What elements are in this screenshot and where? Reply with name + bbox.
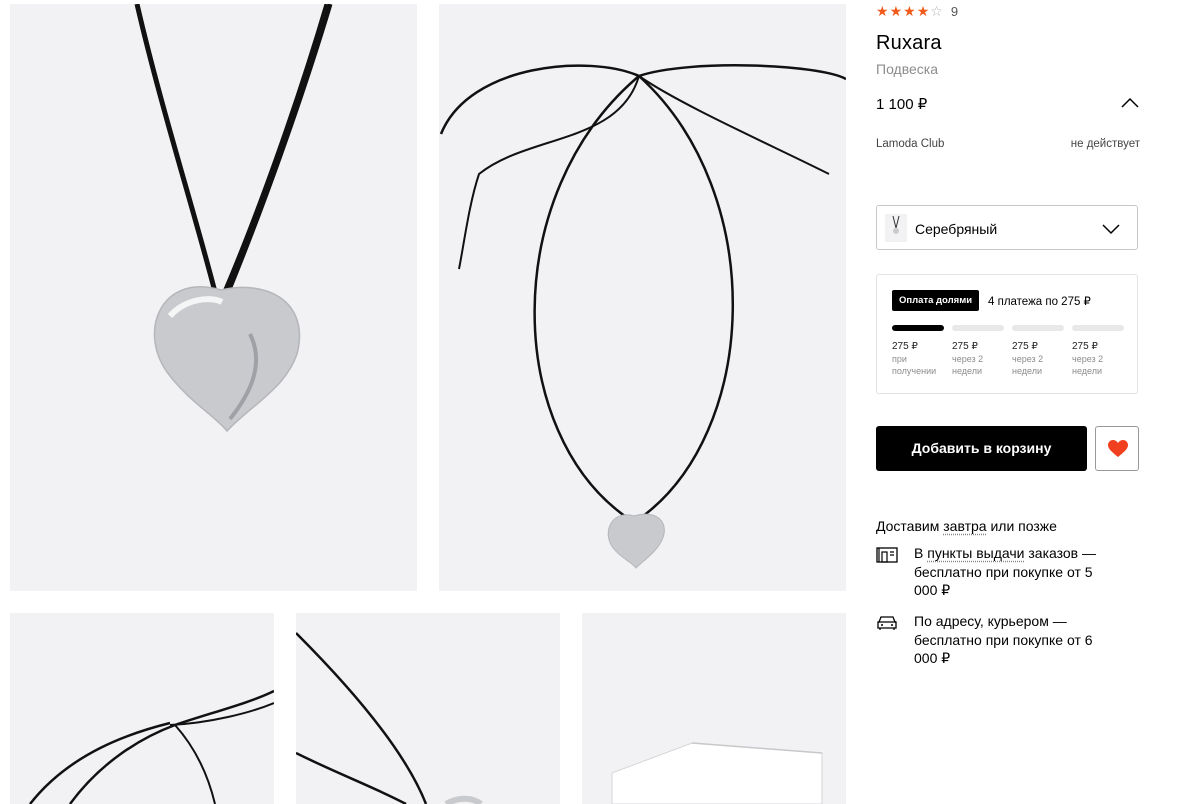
pickup-text: В пункты выдачи заказов — бесплатно при …	[914, 544, 1114, 600]
star-icon: ★	[903, 3, 916, 19]
brand-name[interactable]: Ruxara	[876, 32, 942, 55]
photo-necklace-full	[439, 64, 846, 569]
club-label: Lamoda Club	[876, 138, 945, 150]
payment-progress	[892, 325, 1124, 331]
product-price: 1 100 ₽	[876, 96, 928, 113]
payment-bar-4	[1072, 325, 1124, 331]
payment-item: 275 ₽ через 2 недели	[1072, 341, 1128, 377]
payment-when: при получении	[892, 354, 937, 376]
product-photo-5[interactable]	[582, 613, 846, 804]
add-to-cart-button[interactable]: Добавить в корзину	[876, 426, 1087, 471]
payment-item: 275 ₽ при получении	[892, 341, 948, 377]
delivery-title-suffix: или позже	[986, 518, 1057, 534]
product-photo-4[interactable]	[296, 613, 560, 804]
payment-when: через 2 недели	[1012, 354, 1044, 376]
star-icon: ★	[876, 3, 889, 19]
photo-gift-box	[611, 742, 823, 804]
product-photo-2[interactable]	[439, 4, 846, 591]
payment-bar-2	[952, 325, 1004, 331]
chevron-up-icon[interactable]	[1120, 96, 1140, 110]
payment-item: 275 ₽ через 2 недели	[1012, 341, 1068, 377]
payment-when: через 2 недели	[952, 354, 984, 376]
payment-amount: 275 ₽	[1012, 341, 1038, 352]
photo-cord-detail	[296, 632, 483, 804]
star-icon: ★	[916, 3, 930, 19]
product-photo-1[interactable]	[10, 4, 417, 591]
payment-bar-1	[892, 325, 944, 331]
payment-item: 275 ₽ через 2 недели	[952, 341, 1008, 377]
split-payment-badge: Оплата долями	[892, 290, 980, 311]
courier-text: По адресу, курьером — бесплатно при поку…	[914, 613, 1093, 666]
photo-necklace-closeup	[134, 4, 333, 433]
color-select[interactable]: Серебряный	[876, 205, 1138, 250]
payment-amount: 275 ₽	[1072, 341, 1098, 352]
pickup-point-icon	[876, 547, 898, 563]
color-swatch-thumbnail	[885, 214, 907, 242]
delivery-title-prefix: Доставим	[876, 518, 944, 534]
lamoda-club-row: Lamoda Club не действует	[876, 138, 1140, 150]
delivery-title: Доставим завтра или позже	[876, 518, 1057, 534]
car-icon	[877, 616, 897, 630]
product-photo-3[interactable]	[10, 613, 274, 804]
star-empty-icon: ☆	[930, 3, 943, 19]
split-payment-widget[interactable]: Оплата долями 4 платежа по 275 ₽ 275 ₽ п…	[876, 274, 1138, 394]
pickup-points-link[interactable]: пункты выдачи	[927, 545, 1024, 561]
star-icon: ★	[889, 3, 903, 19]
delivery-date-link[interactable]: завтра	[943, 518, 986, 534]
favorite-button[interactable]	[1095, 426, 1139, 471]
payment-bar-3	[1012, 325, 1064, 331]
split-payment-summary: 4 платежа по 275 ₽	[988, 296, 1091, 308]
pickup-prefix: В	[914, 545, 928, 561]
photo-cord-knot	[29, 689, 274, 804]
payment-amount: 275 ₽	[952, 341, 978, 352]
product-rating[interactable]: ★ ★ ★ ★ ☆ 9	[876, 3, 958, 19]
payment-amount: 275 ₽	[892, 341, 918, 352]
product-type: Подвеска	[876, 61, 938, 77]
chevron-down-icon	[1102, 224, 1120, 235]
review-count[interactable]: 9	[951, 4, 958, 19]
club-status: не действует	[1070, 138, 1140, 150]
heart-icon	[1108, 440, 1128, 457]
color-select-value: Серебряный	[915, 221, 998, 237]
payment-when: через 2 недели	[1072, 354, 1104, 376]
